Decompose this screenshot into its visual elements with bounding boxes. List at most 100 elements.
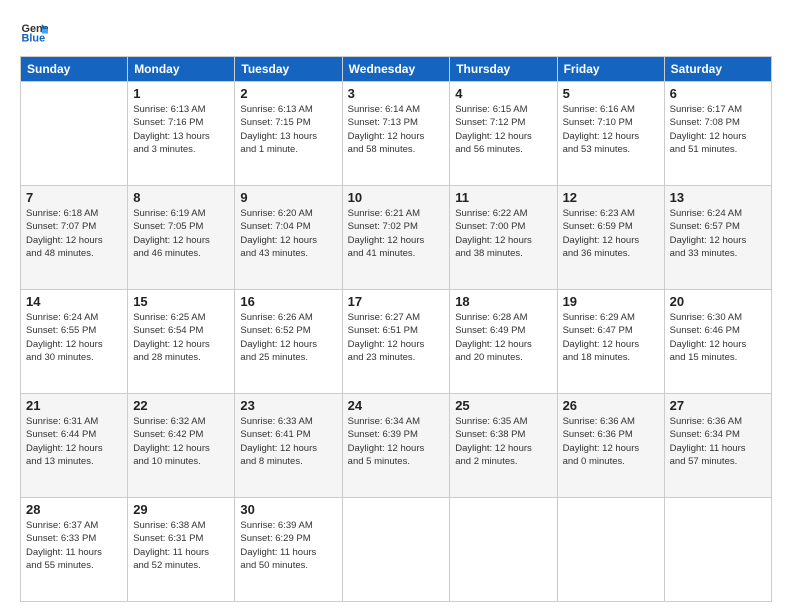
- calendar-cell: 3 Sunrise: 6:14 AM Sunset: 7:13 PM Daylig…: [342, 82, 450, 186]
- calendar-cell: 6 Sunrise: 6:17 AM Sunset: 7:08 PM Daylig…: [664, 82, 771, 186]
- calendar-cell: 9 Sunrise: 6:20 AM Sunset: 7:04 PM Daylig…: [235, 186, 342, 290]
- day-number: 18: [455, 294, 551, 309]
- calendar-cell: 24 Sunrise: 6:34 AM Sunset: 6:39 PM Dayli…: [342, 394, 450, 498]
- day-number: 27: [670, 398, 766, 413]
- day-number: 16: [240, 294, 336, 309]
- calendar-cell: 28Sunrise: 6:37 AM Sunset: 6:33 PM Dayli…: [21, 498, 128, 602]
- day-number: 15: [133, 294, 229, 309]
- calendar-cell: 27 Sunrise: 6:36 AM Sunset: 6:34 PM Dayli…: [664, 394, 771, 498]
- day-info: Sunrise: 6:15 AM Sunset: 7:12 PM Dayligh…: [455, 103, 551, 156]
- calendar-header-saturday: Saturday: [664, 57, 771, 82]
- calendar-cell: [342, 498, 450, 602]
- calendar-cell: [664, 498, 771, 602]
- calendar-cell: 19 Sunrise: 6:29 AM Sunset: 6:47 PM Dayli…: [557, 290, 664, 394]
- day-number: 20: [670, 294, 766, 309]
- day-info: Sunrise: 6:33 AM Sunset: 6:41 PM Dayligh…: [240, 415, 336, 468]
- calendar-cell: 5 Sunrise: 6:16 AM Sunset: 7:10 PM Daylig…: [557, 82, 664, 186]
- calendar-week-5: 28Sunrise: 6:37 AM Sunset: 6:33 PM Dayli…: [21, 498, 772, 602]
- calendar-cell: 18 Sunrise: 6:28 AM Sunset: 6:49 PM Dayli…: [450, 290, 557, 394]
- calendar-week-1: 1 Sunrise: 6:13 AM Sunset: 7:16 PM Daylig…: [21, 82, 772, 186]
- day-info: Sunrise: 6:28 AM Sunset: 6:49 PM Dayligh…: [455, 311, 551, 364]
- calendar-cell: 2Sunrise: 6:13 AM Sunset: 7:15 PM Daylig…: [235, 82, 342, 186]
- calendar-week-3: 14 Sunrise: 6:24 AM Sunset: 6:55 PM Dayli…: [21, 290, 772, 394]
- day-number: 29: [133, 502, 229, 517]
- day-info: Sunrise: 6:21 AM Sunset: 7:02 PM Dayligh…: [348, 207, 445, 260]
- day-info: Sunrise: 6:32 AM Sunset: 6:42 PM Dayligh…: [133, 415, 229, 468]
- calendar-header-monday: Monday: [128, 57, 235, 82]
- day-number: 26: [563, 398, 659, 413]
- calendar-cell: 22 Sunrise: 6:32 AM Sunset: 6:42 PM Dayli…: [128, 394, 235, 498]
- header: General Blue: [20, 18, 772, 46]
- svg-text:Blue: Blue: [22, 32, 46, 44]
- calendar-cell: 10Sunrise: 6:21 AM Sunset: 7:02 PM Dayli…: [342, 186, 450, 290]
- calendar-cell: 8 Sunrise: 6:19 AM Sunset: 7:05 PM Daylig…: [128, 186, 235, 290]
- day-number: 11: [455, 190, 551, 205]
- calendar-header-friday: Friday: [557, 57, 664, 82]
- calendar-cell: 14 Sunrise: 6:24 AM Sunset: 6:55 PM Dayli…: [21, 290, 128, 394]
- calendar-cell: 11 Sunrise: 6:22 AM Sunset: 7:00 PM Dayli…: [450, 186, 557, 290]
- day-number: 23: [240, 398, 336, 413]
- day-info: Sunrise: 6:39 AM Sunset: 6:29 PM Dayligh…: [240, 519, 336, 572]
- calendar-cell: 7 Sunrise: 6:18 AM Sunset: 7:07 PM Daylig…: [21, 186, 128, 290]
- day-number: 19: [563, 294, 659, 309]
- calendar-cell: 13Sunrise: 6:24 AM Sunset: 6:57 PM Dayli…: [664, 186, 771, 290]
- calendar-header-thursday: Thursday: [450, 57, 557, 82]
- logo-icon: General Blue: [20, 18, 48, 46]
- calendar-cell: 23 Sunrise: 6:33 AM Sunset: 6:41 PM Dayli…: [235, 394, 342, 498]
- calendar-header-tuesday: Tuesday: [235, 57, 342, 82]
- day-info: Sunrise: 6:20 AM Sunset: 7:04 PM Dayligh…: [240, 207, 336, 260]
- day-info: Sunrise: 6:30 AM Sunset: 6:46 PM Dayligh…: [670, 311, 766, 364]
- day-info: Sunrise: 6:35 AM Sunset: 6:38 PM Dayligh…: [455, 415, 551, 468]
- day-number: 8: [133, 190, 229, 205]
- calendar-cell: 15 Sunrise: 6:25 AM Sunset: 6:54 PM Dayli…: [128, 290, 235, 394]
- day-info: Sunrise: 6:16 AM Sunset: 7:10 PM Dayligh…: [563, 103, 659, 156]
- day-info: Sunrise: 6:31 AM Sunset: 6:44 PM Dayligh…: [26, 415, 122, 468]
- calendar-cell: 29 Sunrise: 6:38 AM Sunset: 6:31 PM Dayli…: [128, 498, 235, 602]
- day-info: Sunrise: 6:25 AM Sunset: 6:54 PM Dayligh…: [133, 311, 229, 364]
- day-number: 1: [133, 86, 229, 101]
- day-number: 7: [26, 190, 122, 205]
- calendar-cell: 16 Sunrise: 6:26 AM Sunset: 6:52 PM Dayli…: [235, 290, 342, 394]
- calendar-header-row: SundayMondayTuesdayWednesdayThursdayFrid…: [21, 57, 772, 82]
- day-info: Sunrise: 6:17 AM Sunset: 7:08 PM Dayligh…: [670, 103, 766, 156]
- day-info: Sunrise: 6:27 AM Sunset: 6:51 PM Dayligh…: [348, 311, 445, 364]
- day-info: Sunrise: 6:19 AM Sunset: 7:05 PM Dayligh…: [133, 207, 229, 260]
- day-number: 4: [455, 86, 551, 101]
- day-number: 6: [670, 86, 766, 101]
- day-number: 9: [240, 190, 336, 205]
- day-info: Sunrise: 6:13 AM Sunset: 7:16 PM Dayligh…: [133, 103, 229, 156]
- calendar-cell: [21, 82, 128, 186]
- calendar-cell: 21Sunrise: 6:31 AM Sunset: 6:44 PM Dayli…: [21, 394, 128, 498]
- day-info: Sunrise: 6:22 AM Sunset: 7:00 PM Dayligh…: [455, 207, 551, 260]
- calendar-cell: 25Sunrise: 6:35 AM Sunset: 6:38 PM Dayli…: [450, 394, 557, 498]
- calendar: SundayMondayTuesdayWednesdayThursdayFrid…: [20, 56, 772, 602]
- day-info: Sunrise: 6:34 AM Sunset: 6:39 PM Dayligh…: [348, 415, 445, 468]
- calendar-cell: 1 Sunrise: 6:13 AM Sunset: 7:16 PM Daylig…: [128, 82, 235, 186]
- day-info: Sunrise: 6:36 AM Sunset: 6:34 PM Dayligh…: [670, 415, 766, 468]
- day-info: Sunrise: 6:29 AM Sunset: 6:47 PM Dayligh…: [563, 311, 659, 364]
- day-number: 14: [26, 294, 122, 309]
- day-number: 12: [563, 190, 659, 205]
- day-number: 24: [348, 398, 445, 413]
- calendar-cell: 4 Sunrise: 6:15 AM Sunset: 7:12 PM Daylig…: [450, 82, 557, 186]
- calendar-cell: 26Sunrise: 6:36 AM Sunset: 6:36 PM Dayli…: [557, 394, 664, 498]
- day-info: Sunrise: 6:14 AM Sunset: 7:13 PM Dayligh…: [348, 103, 445, 156]
- calendar-header-wednesday: Wednesday: [342, 57, 450, 82]
- day-info: Sunrise: 6:13 AM Sunset: 7:15 PM Dayligh…: [240, 103, 336, 156]
- calendar-week-4: 21Sunrise: 6:31 AM Sunset: 6:44 PM Dayli…: [21, 394, 772, 498]
- day-number: 17: [348, 294, 445, 309]
- day-info: Sunrise: 6:26 AM Sunset: 6:52 PM Dayligh…: [240, 311, 336, 364]
- day-number: 5: [563, 86, 659, 101]
- day-info: Sunrise: 6:23 AM Sunset: 6:59 PM Dayligh…: [563, 207, 659, 260]
- calendar-cell: 30Sunrise: 6:39 AM Sunset: 6:29 PM Dayli…: [235, 498, 342, 602]
- calendar-cell: 12 Sunrise: 6:23 AM Sunset: 6:59 PM Dayli…: [557, 186, 664, 290]
- day-number: 13: [670, 190, 766, 205]
- day-number: 22: [133, 398, 229, 413]
- day-info: Sunrise: 6:18 AM Sunset: 7:07 PM Dayligh…: [26, 207, 122, 260]
- calendar-cell: [450, 498, 557, 602]
- day-number: 3: [348, 86, 445, 101]
- day-info: Sunrise: 6:37 AM Sunset: 6:33 PM Dayligh…: [26, 519, 122, 572]
- day-info: Sunrise: 6:38 AM Sunset: 6:31 PM Dayligh…: [133, 519, 229, 572]
- calendar-cell: [557, 498, 664, 602]
- day-info: Sunrise: 6:24 AM Sunset: 6:55 PM Dayligh…: [26, 311, 122, 364]
